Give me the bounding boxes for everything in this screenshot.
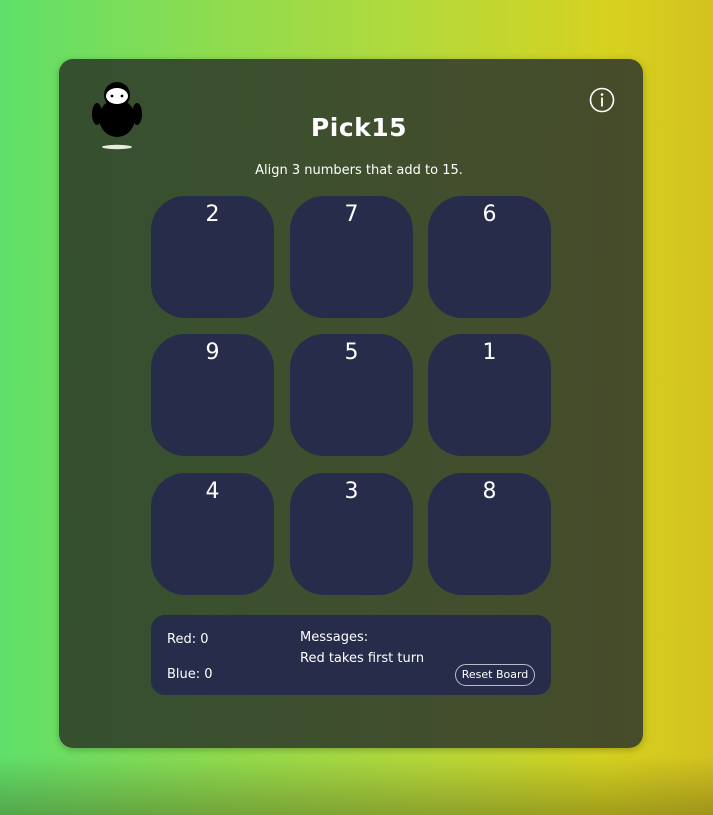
board-cell[interactable]: 6 xyxy=(428,196,551,318)
game-board: 2 7 6 9 5 1 4 3 8 xyxy=(151,196,551,596)
board-cell[interactable]: 8 xyxy=(428,473,551,595)
board-cell[interactable]: 4 xyxy=(151,473,274,595)
board-cell[interactable]: 2 xyxy=(151,196,274,318)
board-cell[interactable]: 9 xyxy=(151,334,274,456)
game-title: Pick15 xyxy=(310,113,408,142)
blue-score: Blue: 0 xyxy=(167,667,213,682)
board-cell[interactable]: 3 xyxy=(290,473,413,595)
game-panel: Pick15 Align 3 numbers that add to 15. 2… xyxy=(59,59,643,748)
reset-board-button[interactable]: Reset Board xyxy=(455,664,535,686)
game-instructions: Align 3 numbers that add to 15. xyxy=(255,163,463,178)
message-text: Red takes first turn xyxy=(300,651,425,666)
messages-label: Messages: xyxy=(300,630,369,645)
board-cell[interactable]: 5 xyxy=(290,334,413,456)
red-score: Red: 0 xyxy=(167,632,209,647)
status-panel: Red: 0 Blue: 0 Messages: Red takes first… xyxy=(151,615,551,695)
board-cell[interactable]: 1 xyxy=(428,334,551,456)
info-icon[interactable] xyxy=(589,87,615,113)
board-cell[interactable]: 7 xyxy=(290,196,413,318)
background-shade xyxy=(0,755,713,815)
